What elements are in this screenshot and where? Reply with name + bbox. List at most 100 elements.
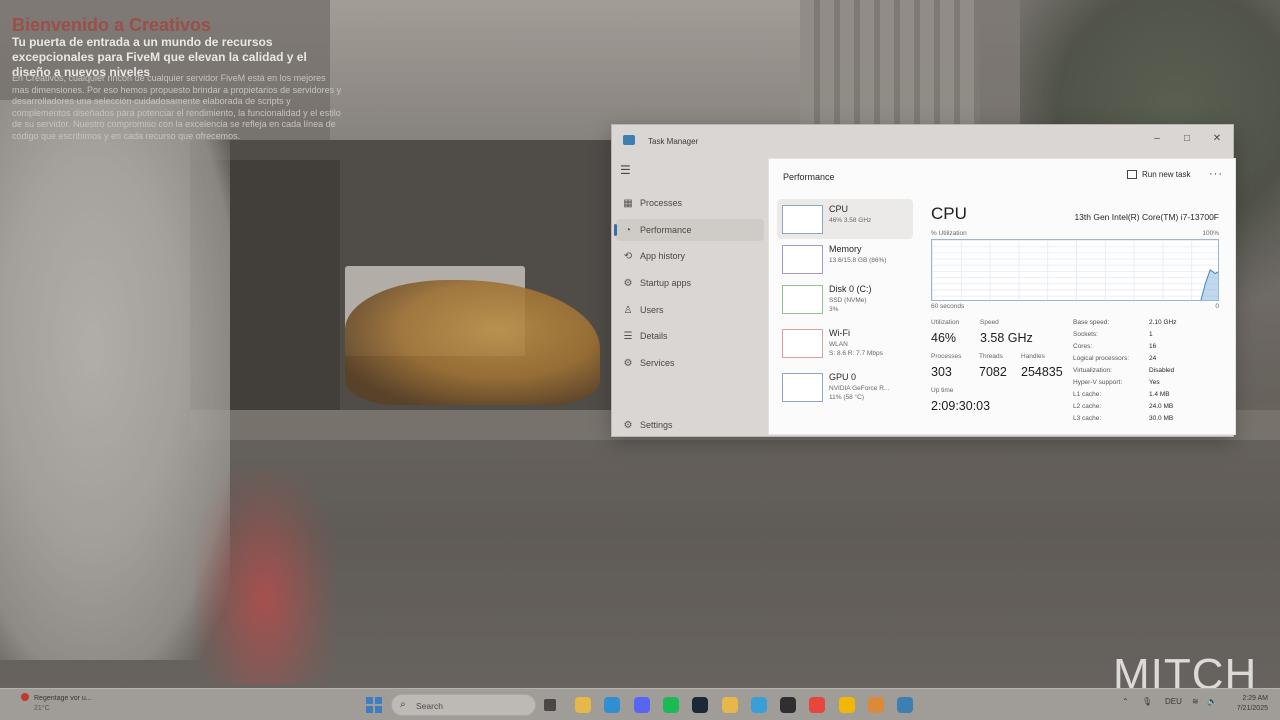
page-title: Performance: [783, 172, 835, 182]
sidebar-item-label: Startup apps: [640, 278, 692, 288]
sidebar-item-label: Settings: [640, 420, 673, 430]
show-hidden-icons-chevron-icon[interactable]: ⌃: [1122, 697, 1129, 706]
sidebar-item-details[interactable]: ☰ Details: [616, 325, 764, 347]
task-manager-app-icon: [623, 135, 635, 145]
resource-item-wifi[interactable]: Wi-Fi WLAN S: 8.6 R: 7.7 Mbps: [777, 323, 913, 363]
run-new-task-button[interactable]: Run new task: [1127, 170, 1190, 179]
spec-key-l2-cache: L2 cache:: [1073, 403, 1102, 410]
website-body: En Creativos, cualquier rincón de cualqu…: [12, 73, 342, 141]
time-axis-label: 60 seconds: [931, 303, 965, 310]
sidebar-item-settings[interactable]: ⚙ Settings: [616, 414, 764, 436]
utilization-value: 46%: [931, 331, 957, 345]
spec-value-base-speed: 2.10 GHz: [1149, 319, 1177, 326]
wifi-icon[interactable]: ≋: [1192, 697, 1199, 706]
task-view-icon[interactable]: [544, 699, 556, 711]
memory-thumbnail-graph: [782, 245, 823, 274]
system-clock[interactable]: 2:29 AM 7/21/2025: [1222, 694, 1268, 714]
weather-temperature: 21°C: [34, 705, 50, 712]
spec-key-base-speed: Base speed:: [1073, 319, 1110, 326]
resource-item-disk[interactable]: Disk 0 (C:) SSD (NVMe) 3%: [777, 279, 913, 319]
more-options-button[interactable]: ···: [1209, 168, 1223, 180]
spec-value-l3-cache: 30.0 MB: [1149, 415, 1174, 422]
task-manager-window: Task Manager – □ ✕ ☰ ▦ Processes ◔ Perfo…: [611, 124, 1236, 437]
steam-icon[interactable]: [692, 697, 708, 713]
settings-gear-icon: ⚙: [623, 419, 633, 431]
startup-apps-icon: ⚙: [623, 277, 633, 289]
spec-value-cores: 16: [1149, 343, 1157, 350]
website-title: Bienvenido a Creativos: [12, 15, 212, 35]
app-icon[interactable]: [868, 697, 884, 713]
sidebar-item-label: Performance: [640, 225, 692, 235]
cpu-utilization-graph: [931, 239, 1219, 301]
sidebar-item-processes[interactable]: ▦ Processes: [616, 192, 764, 214]
speed-value: 3.58 GHz: [980, 331, 1033, 345]
maximize-button[interactable]: □: [1172, 128, 1202, 148]
sidebar-item-label: Services: [640, 358, 675, 368]
cpu-utilization-area: [1200, 268, 1218, 300]
language-indicator[interactable]: DEU: [1165, 697, 1182, 706]
chrome-icon[interactable]: [809, 697, 825, 713]
resource-name: Disk 0 (C:): [829, 284, 872, 294]
sidebar-item-performance[interactable]: ◔ Performance: [614, 219, 764, 241]
window-title: Task Manager: [648, 137, 699, 146]
task-manager-icon[interactable]: [897, 697, 913, 713]
cpu-graph-svg: [1200, 268, 1218, 300]
threads-label: Threads: [979, 353, 1003, 360]
minimize-button[interactable]: –: [1142, 128, 1172, 148]
sidebar-item-services[interactable]: ⚙ Services: [616, 352, 764, 374]
microphone-icon[interactable]: 🎙: [1142, 697, 1152, 706]
obs-icon[interactable]: [780, 697, 796, 713]
folder-icon[interactable]: [722, 697, 738, 713]
cpu-model-name: 13th Gen Intel(R) Core(TM) i7-13700F: [1074, 212, 1219, 222]
notepad-icon[interactable]: [751, 697, 767, 713]
processes-value: 303: [931, 365, 952, 379]
sidebar-item-startup-apps[interactable]: ⚙ Startup apps: [616, 272, 764, 294]
spec-key-hyperv: Hyper-V support:: [1073, 379, 1123, 386]
run-new-task-label: Run new task: [1142, 170, 1191, 179]
spec-key-l1-cache: L1 cache:: [1073, 391, 1102, 398]
users-icon: ♙: [623, 304, 633, 316]
resource-name: GPU 0: [829, 372, 857, 382]
file-explorer-icon[interactable]: [575, 697, 591, 713]
start-button[interactable]: [366, 697, 382, 713]
services-icon: ⚙: [623, 357, 633, 369]
sidebar-item-users[interactable]: ♙ Users: [616, 299, 764, 321]
close-button[interactable]: ✕: [1202, 128, 1232, 148]
weather-alert-icon: [21, 693, 29, 701]
disk-thumbnail-graph: [782, 285, 823, 314]
spec-value-logical-processors: 24: [1149, 355, 1157, 362]
sidebar-item-app-history[interactable]: ⟲ App history: [616, 245, 764, 267]
volume-icon[interactable]: 🔈: [1207, 697, 1217, 706]
sidebar-item-label: Details: [640, 331, 668, 341]
resource-item-cpu[interactable]: CPU 46% 3.58 GHz: [777, 199, 913, 239]
chrome-alt-icon[interactable]: [839, 697, 855, 713]
run-task-icon: [1127, 170, 1137, 179]
uptime-value: 2:09:30:03: [931, 399, 991, 413]
spec-key-virtualization: Virtualization:: [1073, 367, 1112, 374]
resource-detail: 13.6/15.8 GB (86%): [829, 257, 887, 264]
cpu-heading: CPU: [931, 204, 967, 223]
resource-detail: S: 8.6 R: 7.7 Mbps: [829, 350, 883, 357]
app-history-icon: ⟲: [623, 250, 633, 262]
resource-item-gpu[interactable]: GPU 0 NVIDIA GeForce R... 11% (58 °C): [777, 367, 913, 407]
performance-panel: Performance Run new task ··· CPU 46% 3.5…: [768, 158, 1236, 435]
gpu-thumbnail-graph: [782, 373, 823, 402]
spec-value-virtualization: Disabled: [1149, 367, 1175, 374]
spec-value-hyperv: Yes: [1149, 379, 1160, 386]
clock-date: 7/21/2025: [1236, 705, 1268, 712]
cpu-thumbnail-graph: [782, 205, 823, 234]
spec-value-l1-cache: 1.4 MB: [1149, 391, 1170, 398]
taskbar-search-input[interactable]: ⌕ Search: [391, 694, 536, 716]
resource-detail: 46% 3.58 GHz: [829, 217, 872, 224]
spec-key-l3-cache: L3 cache:: [1073, 415, 1102, 422]
spotify-icon[interactable]: [663, 697, 679, 713]
spec-key-logical-processors: Logical processors:: [1073, 355, 1129, 362]
zero-axis-label: 0: [1215, 303, 1219, 310]
edge-icon[interactable]: [604, 697, 620, 713]
title-bar[interactable]: Task Manager – □ ✕: [612, 125, 1233, 157]
discord-icon[interactable]: [634, 697, 650, 713]
performance-icon: ◔: [624, 224, 632, 236]
spec-value-l2-cache: 24.0 MB: [1149, 403, 1174, 410]
sidebar-item-label: Processes: [640, 198, 683, 208]
resource-item-memory[interactable]: Memory 13.6/15.8 GB (86%): [777, 239, 913, 279]
